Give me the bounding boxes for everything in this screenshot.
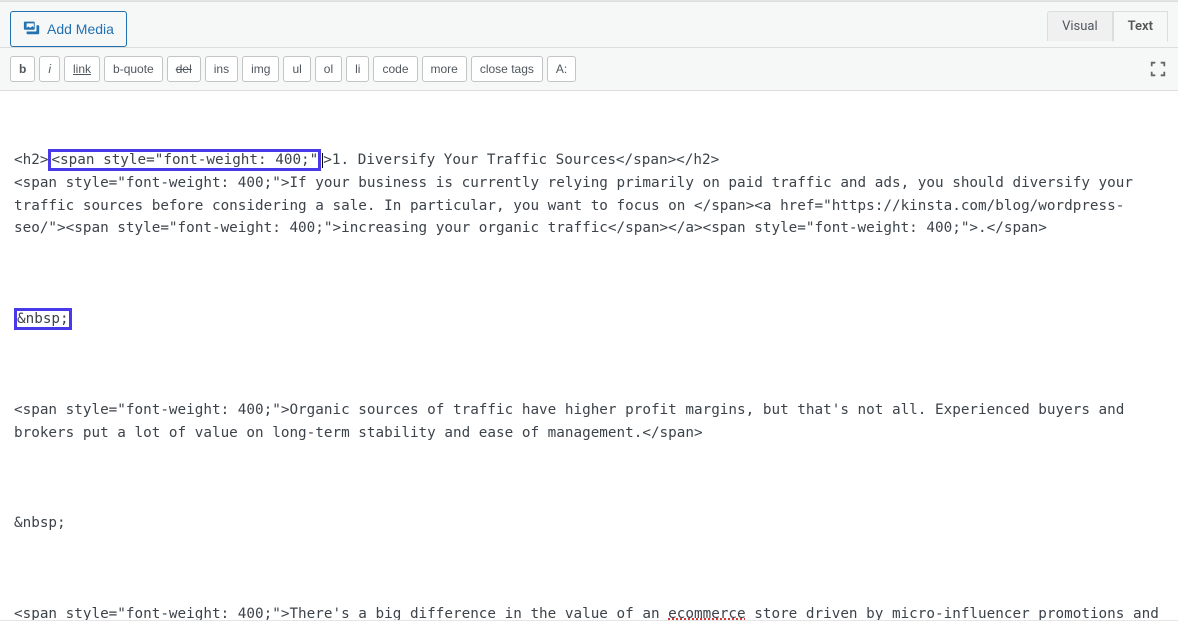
qt-more[interactable]: more: [422, 56, 467, 82]
qt-ins[interactable]: ins: [205, 56, 238, 82]
media-icon: [23, 18, 41, 40]
classic-editor: Add Media Visual Text b i link b-quote d…: [0, 0, 1178, 621]
add-media-button[interactable]: Add Media: [10, 11, 127, 47]
highlight-nbsp: &nbsp;: [14, 308, 72, 330]
tab-text[interactable]: Text: [1113, 11, 1168, 42]
highlight-span-style: <span style="font-weight: 400;": [48, 149, 321, 171]
qt-img[interactable]: img: [242, 56, 279, 82]
content-line-3: <span style="font-weight: 400;">Organic …: [14, 399, 1164, 445]
content-line-1: <h2><span style="font-weight: 400;">1. D…: [14, 149, 1164, 241]
editor-mode-tabs: Visual Text: [1047, 11, 1168, 41]
content-nbsp-hl: &nbsp;: [14, 308, 1164, 331]
content-nbsp-2: &nbsp;: [14, 512, 1164, 535]
qt-li[interactable]: li: [346, 56, 369, 82]
qt-ul[interactable]: ul: [283, 56, 310, 82]
tab-visual[interactable]: Visual: [1047, 11, 1113, 41]
spellcheck-error: ecommerce: [668, 606, 745, 620]
fullscreen-toggle-icon[interactable]: [1148, 59, 1168, 79]
quicktags-toolbar: b i link b-quote del ins img ul ol li co…: [0, 47, 1178, 90]
qt-close-tags[interactable]: close tags: [471, 56, 543, 82]
editor-top-row: Add Media Visual Text: [0, 1, 1178, 47]
qt-blockquote[interactable]: b-quote: [104, 56, 163, 82]
qt-link[interactable]: link: [64, 56, 100, 82]
qt-a[interactable]: A:: [547, 56, 576, 82]
qt-del[interactable]: del: [167, 56, 201, 82]
editor-textarea[interactable]: <h2><span style="font-weight: 400;">1. D…: [0, 90, 1178, 620]
content-line-4: <span style="font-weight: 400;">There's …: [14, 603, 1164, 620]
qt-ol[interactable]: ol: [315, 56, 342, 82]
qt-code[interactable]: code: [373, 56, 417, 82]
qt-bold[interactable]: b: [10, 56, 35, 82]
add-media-label: Add Media: [47, 21, 114, 37]
qt-italic[interactable]: i: [39, 56, 60, 82]
